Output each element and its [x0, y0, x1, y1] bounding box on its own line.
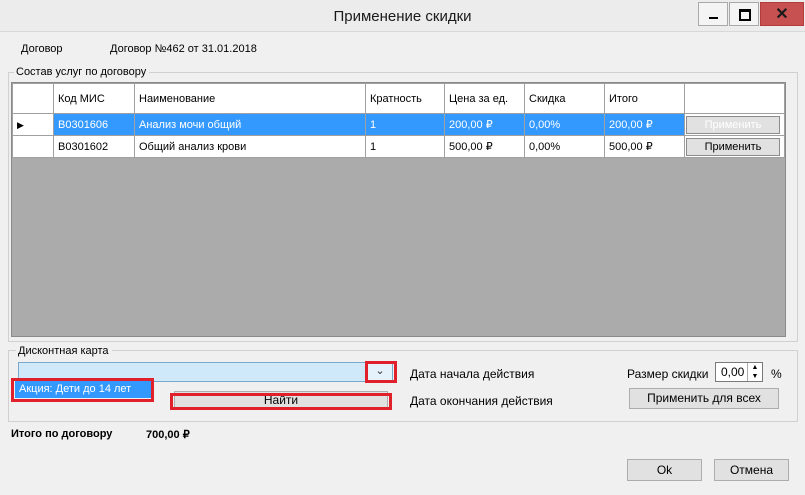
column-header[interactable]: Код МИС: [53, 83, 135, 114]
contract-label: Договор: [21, 43, 63, 55]
spin-down-icon[interactable]: ▼: [747, 372, 762, 381]
ok-button[interactable]: Ok: [627, 459, 702, 481]
cell-code[interactable]: B0301602: [53, 135, 135, 158]
cell-action: Применить: [684, 135, 785, 158]
cell-discount[interactable]: 0,00%: [524, 113, 605, 136]
cell-price[interactable]: 500,00 ₽: [444, 135, 525, 158]
maximize-button[interactable]: [729, 2, 759, 26]
minimize-icon: [709, 17, 718, 19]
cell-total[interactable]: 500,00 ₽: [604, 135, 685, 158]
services-group-label: Состав услуг по договору: [14, 66, 150, 78]
cell-name[interactable]: Анализ мочи общий: [134, 113, 366, 136]
column-header[interactable]: Итого: [604, 83, 685, 114]
column-header[interactable]: Кратность: [365, 83, 445, 114]
discount-size-value: 0,00: [721, 365, 745, 379]
end-date-label: Дата окончания действия: [410, 394, 553, 408]
table-row[interactable]: B0301602 Общий анализ крови 1 500,00 ₽ 0…: [12, 135, 785, 158]
cell-total[interactable]: 200,00 ₽: [604, 113, 685, 136]
row-header-corner: [12, 83, 54, 114]
services-grid[interactable]: Код МИС Наименование Кратность Цена за е…: [11, 82, 786, 337]
row-selector[interactable]: ▶: [12, 113, 54, 136]
contract-value: Договор №462 от 31.01.2018: [110, 43, 257, 55]
row-selector[interactable]: [12, 135, 54, 158]
cell-action: Применить: [684, 113, 785, 136]
annotation-highlight: [170, 393, 392, 410]
percent-label: %: [771, 367, 782, 381]
close-button[interactable]: ✕: [760, 2, 804, 26]
maximize-icon: [739, 9, 751, 21]
cancel-button[interactable]: Отмена: [714, 459, 789, 481]
cell-price[interactable]: 200,00 ₽: [444, 113, 525, 136]
column-header-action: [684, 83, 785, 114]
column-header[interactable]: Скидка: [524, 83, 605, 114]
cell-name[interactable]: Общий анализ крови: [134, 135, 366, 158]
table-header-row: Код МИС Наименование Кратность Цена за е…: [12, 83, 785, 114]
discount-size-label: Размер скидки: [627, 367, 709, 381]
window-title: Применение скидки: [333, 8, 472, 25]
annotation-highlight: [11, 378, 154, 402]
minimize-button[interactable]: [698, 2, 728, 26]
column-header[interactable]: Цена за ед.: [444, 83, 525, 114]
contract-total-label: Итого по договору: [11, 428, 113, 440]
cell-code[interactable]: B0301606: [53, 113, 135, 136]
cell-multiplicity[interactable]: 1: [365, 113, 445, 136]
discount-dialog: Применение скидки ✕ Договор Договор №462…: [0, 0, 805, 495]
services-table: Код МИС Наименование Кратность Цена за е…: [12, 83, 785, 158]
contract-total-value: 700,00 ₽: [146, 429, 190, 441]
cell-discount[interactable]: 0,00%: [524, 135, 605, 158]
close-icon: ✕: [775, 6, 789, 23]
discount-group-label: Дисконтная карта: [16, 345, 112, 357]
table-row[interactable]: ▶ B0301606 Анализ мочи общий 1 200,00 ₽ …: [12, 113, 785, 136]
apply-all-button[interactable]: Применить для всех: [629, 388, 779, 409]
current-row-arrow-icon: ▶: [17, 119, 24, 130]
cell-multiplicity[interactable]: 1: [365, 135, 445, 158]
apply-row-button[interactable]: Применить: [686, 116, 780, 134]
annotation-highlight: [365, 361, 397, 383]
column-header[interactable]: Наименование: [134, 83, 366, 114]
start-date-label: Дата начала действия: [410, 367, 535, 381]
discount-size-spinner[interactable]: 0,00 ▲ ▼: [715, 362, 763, 382]
spin-up-icon[interactable]: ▲: [747, 363, 762, 372]
apply-row-button[interactable]: Применить: [686, 138, 780, 156]
title-bar: Применение скидки ✕: [0, 0, 805, 32]
